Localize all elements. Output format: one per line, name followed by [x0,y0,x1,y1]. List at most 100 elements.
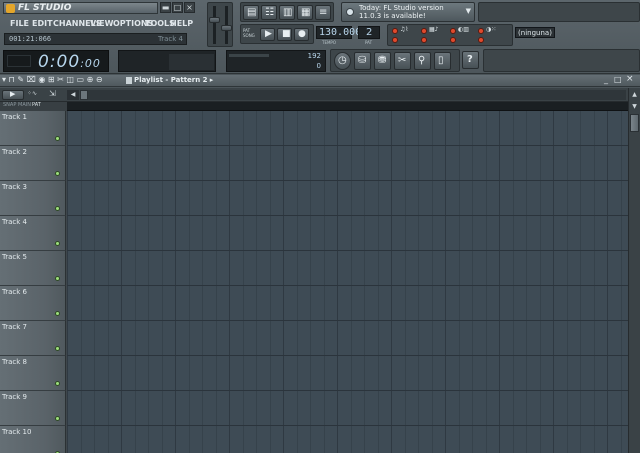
plugin-icon[interactable]: ⛃ [374,52,391,70]
grid-row-divider [67,355,628,356]
pattern-display[interactable]: 2 [358,26,380,39]
option-led-5[interactable] [450,28,456,34]
track-row[interactable]: Track 2 [0,146,66,181]
track-row[interactable]: Track 1 [0,111,66,146]
track-mute-led[interactable] [55,171,60,176]
pat-tab[interactable]: PAT [32,102,41,108]
grid-line [108,111,109,453]
menu-help[interactable]: HELP [170,16,193,32]
track-label: Track 10 [2,428,32,436]
midi-device-select[interactable]: (ninguna) [515,27,555,38]
grid-line [418,111,419,453]
project-icon[interactable]: ✂ [394,52,411,70]
track-row[interactable]: Track 9 [0,391,66,426]
scroll-down-icon[interactable]: ▼ [630,102,639,111]
track-row[interactable]: Track 3 [0,181,66,216]
song-position-display[interactable]: 0:00:00 [3,50,109,72]
hint-bar: 001:21:066 Track 4 [4,33,187,45]
vertical-scroll-thumb[interactable] [630,114,639,132]
grid-line [580,111,581,453]
grid-line [432,111,433,453]
browser-icon[interactable]: ▤ [243,5,259,20]
playlist-tools-icons[interactable]: ▾ ⊓ ✎ ⌧ ◉ ⊞ ✂ ◫ ▭ ⊕ ⊖ [2,75,103,84]
scroll-up-icon[interactable]: ▲ [630,90,639,99]
horizontal-scroll-thumb[interactable] [80,90,88,100]
playlist-minimize-icon[interactable]: _ [604,75,608,84]
vertical-scrollbar[interactable]: ▲ ▼ [628,88,640,453]
option-led-7[interactable] [478,28,484,34]
track-row[interactable]: Track 6 [0,286,66,321]
option-led-2[interactable] [392,37,398,43]
playlist-maximize-icon[interactable]: □ [614,75,622,84]
grid-line [445,111,446,453]
restore-icon[interactable]: □ [172,2,183,13]
main-tab[interactable]: MAIN [18,102,31,108]
playlist-play-mode-icon[interactable]: ▶ [2,90,24,100]
news-dropdown-icon[interactable]: ▼ [466,7,471,15]
master-volume-slider[interactable] [209,17,220,23]
grid-line [256,111,257,453]
track-mute-led[interactable] [55,311,60,316]
track-mute-led[interactable] [55,346,60,351]
grid-line [391,111,392,453]
track-mute-led[interactable] [55,241,60,246]
close-icon[interactable]: × [184,2,195,13]
play-icon[interactable]: ▶ [260,28,275,41]
playlist-grid[interactable] [67,111,628,453]
snap-select-icon[interactable]: ⁘∿ [27,90,45,100]
track-row[interactable]: Track 8 [0,356,66,391]
news-panel[interactable]: Today: FL Studio version 11.0.3 is avail… [341,2,475,22]
track-row[interactable]: Track 5 [0,251,66,286]
pattern-mode-icon[interactable]: ◷ [334,52,351,70]
master-pitch-slider[interactable] [221,25,232,31]
step-sequencer-icon[interactable]: ⛁ [354,52,371,70]
track-row[interactable]: Track 4 [0,216,66,251]
scroll-left-icon[interactable]: ◀ [67,90,79,100]
option-led-8[interactable] [478,37,484,43]
grid-line [594,111,595,453]
track-row[interactable]: Track 10 [0,426,66,453]
minimize-icon[interactable]: ▬ [160,2,171,13]
pattern-value: 2 [366,27,373,38]
piano-roll-icon[interactable]: ▥ [279,5,295,20]
record-icon[interactable]: ● [294,28,309,41]
playlist-icon[interactable]: ≡ [315,5,331,20]
cpu-display: 192 0 [226,50,326,72]
blend-notes-icon: ◑⁙ [486,26,497,33]
option-led-1[interactable] [392,28,398,34]
playlist-close-icon[interactable]: × [626,74,634,84]
horizontal-scrollbar[interactable] [88,90,626,100]
track-mute-led[interactable] [55,206,60,211]
stop-icon[interactable]: ■ [277,28,292,41]
tools-icon[interactable]: ⚲ [414,52,431,70]
mixer-icon[interactable]: ☷ [261,5,277,20]
option-led-3[interactable] [421,28,427,34]
tempo-display[interactable]: 130.000 [316,26,361,39]
track-label: Track 8 [2,358,27,366]
oscilloscope-display [118,50,216,72]
news-line-1: Today: FL Studio version [359,4,444,12]
notes-icon[interactable]: ▯ [434,52,451,70]
menu-view[interactable]: VIEW [90,16,113,32]
grid-line [216,111,217,453]
track-label: Track 4 [2,218,27,226]
track-mute-led[interactable] [55,276,60,281]
track-row[interactable]: Track 7 [0,321,66,356]
tempo-label: TEMPO [322,40,336,45]
track-mute-led[interactable] [55,416,60,421]
channel-rack-icon[interactable]: ▦ [297,5,313,20]
news-line-2: 11.0.3 is available! [359,12,426,20]
top-right-panel [478,2,640,22]
track-mute-led[interactable] [55,136,60,141]
view-buttons: ▤ ☷ ▥ ▦ ≡ [240,2,334,22]
menu-edit[interactable]: EDIT [32,16,53,32]
snap-arrow-icon[interactable]: ⇲ [49,89,56,98]
help-icon[interactable]: ? [462,51,479,69]
menu-file[interactable]: FILE [10,16,29,32]
track-mute-led[interactable] [55,381,60,386]
timeline-ruler[interactable] [67,102,628,111]
option-led-6[interactable] [450,37,456,43]
grid-line [243,111,244,453]
snap-tab[interactable]: SNAP [3,102,16,108]
option-led-4[interactable] [421,37,427,43]
